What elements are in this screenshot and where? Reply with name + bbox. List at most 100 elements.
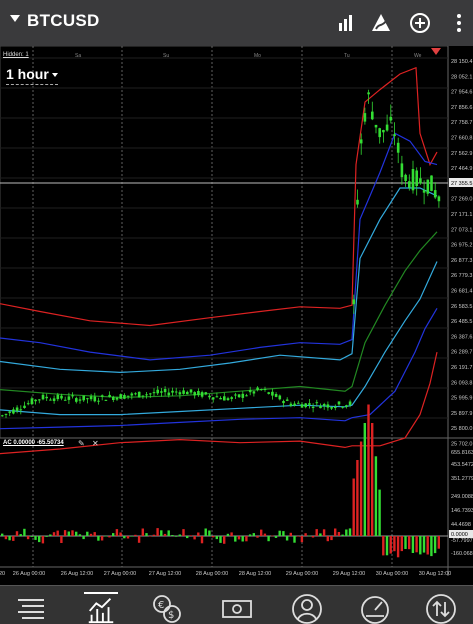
time-tick-label: 26 Aug 00:00 [13,571,45,576]
ac-tick-label: 249.0088 [451,494,473,500]
ac-histogram-bar [389,536,392,554]
price-tick-label: 28 052.1 [451,74,472,80]
price-tick-label: 25 897.9 [451,411,472,417]
candle-body [400,163,404,178]
ac-histogram-bar [408,536,411,550]
ac-histogram-bar [385,536,389,556]
price-tick-label: 27 269.0 [451,197,472,203]
symbol-title[interactable]: BTCUSD [27,11,100,31]
price-tick-label: 26 289.7 [451,350,472,356]
pencil-icon[interactable]: ✎ [78,439,85,448]
indicator-icon[interactable] [369,11,393,35]
account-icon[interactable] [290,592,324,624]
timeframe-selector[interactable]: 1 hour [6,66,58,85]
ac-histogram-bar [308,535,311,537]
ac-histogram-bar [49,534,52,536]
candle-body [204,392,208,395]
ac-histogram-bar [141,528,144,536]
chart-icon[interactable] [84,592,118,624]
ac-histogram-bar [30,536,33,537]
ac-histogram-bar [197,532,200,536]
ac-tick-label: 146.7393 [451,508,473,514]
candle-body [197,391,200,396]
price-tick-label: 27 562.9 [451,151,472,157]
candle-body [174,391,178,393]
indicator-label[interactable]: AC 0.00000 -65.50734 [3,440,64,446]
ac-histogram-bar [241,536,244,542]
price-pane[interactable] [0,46,449,439]
ac-histogram-bar [304,533,307,536]
candle-body [278,395,282,400]
speedometer-icon[interactable] [358,592,392,624]
price-tick-label: 27 856.6 [451,105,472,111]
ac-histogram-bar [200,536,204,544]
candle-body [433,190,437,198]
alert-marker-icon[interactable] [431,48,441,55]
ac-histogram-bar [419,536,422,555]
price-tick-label: 25 800.0 [451,426,472,432]
candle-body [30,398,34,405]
candle-body [367,92,370,95]
ac-histogram-bar [226,533,230,536]
price-tick-label: 26 485.5 [451,319,472,325]
close-icon[interactable]: ✕ [92,439,99,448]
time-tick-label: 30 Aug 12:00 [419,571,451,576]
transfer-icon[interactable] [424,592,458,624]
time-tick-label: 30 Aug 00:00 [376,571,408,576]
candle-body [289,403,293,406]
bar-chart-icon[interactable] [334,11,358,35]
candle-body [300,404,304,408]
candle-body [263,389,267,390]
ac-histogram-bar [123,536,126,539]
ac-histogram-bar [26,536,30,540]
ac-histogram-bar [322,529,326,536]
candle-body [241,393,245,398]
candle-body [137,391,141,398]
ac-histogram-bar [171,535,174,536]
quotes-list-icon[interactable] [14,592,48,624]
candle-body [141,395,145,397]
candle-body [186,391,189,395]
candle-body [437,196,441,202]
ac-histogram-bar [234,536,237,542]
candle-body [41,394,45,400]
candle-body [378,128,381,138]
add-icon[interactable] [408,11,432,35]
ac-histogram-bar [45,536,48,537]
ac-histogram-bar [400,536,403,552]
candle-body [75,398,78,402]
hidden-objects-label[interactable]: Hidden: 1 [3,52,29,58]
candle-body [97,400,100,402]
ac-histogram-bar [130,536,133,537]
candle-body [100,395,104,397]
ac-histogram-bar [12,536,15,541]
candle-body [182,390,185,394]
svg-text:$: $ [168,610,174,621]
candle-body [282,401,285,404]
ac-histogram-bar [174,536,178,537]
candle-body [4,413,8,415]
candle-body [389,116,393,121]
ac-histogram-bar [82,536,85,540]
candle-body [315,402,319,404]
ac-histogram-bar [293,536,296,543]
candle-body [396,142,400,153]
candle-body [408,181,411,188]
symbol-dropdown-icon[interactable] [10,15,20,22]
time-tick-label: 20 [0,571,5,576]
ac-histogram-bar [134,534,137,536]
ac-histogram-bar [211,536,215,538]
price-tick-label: 26 191.7 [451,365,472,371]
ac-tick-label: 44.4698 [451,522,471,528]
more-vert-icon[interactable] [447,11,471,35]
ac-histogram-bar [78,534,82,536]
history-icon[interactable] [220,592,254,624]
candle-body [285,399,289,401]
ac-histogram-bar [426,536,429,555]
price-chart[interactable]: 28 150.4 28 052.1 27 954.6 27 856.6 27 758.7… [0,46,473,576]
ac-histogram-bar [260,529,263,536]
candle-body [134,393,137,395]
ac-histogram-bar [422,536,426,553]
trade-icon[interactable]: € $ [150,592,184,624]
ac-histogram-bar [86,531,89,536]
